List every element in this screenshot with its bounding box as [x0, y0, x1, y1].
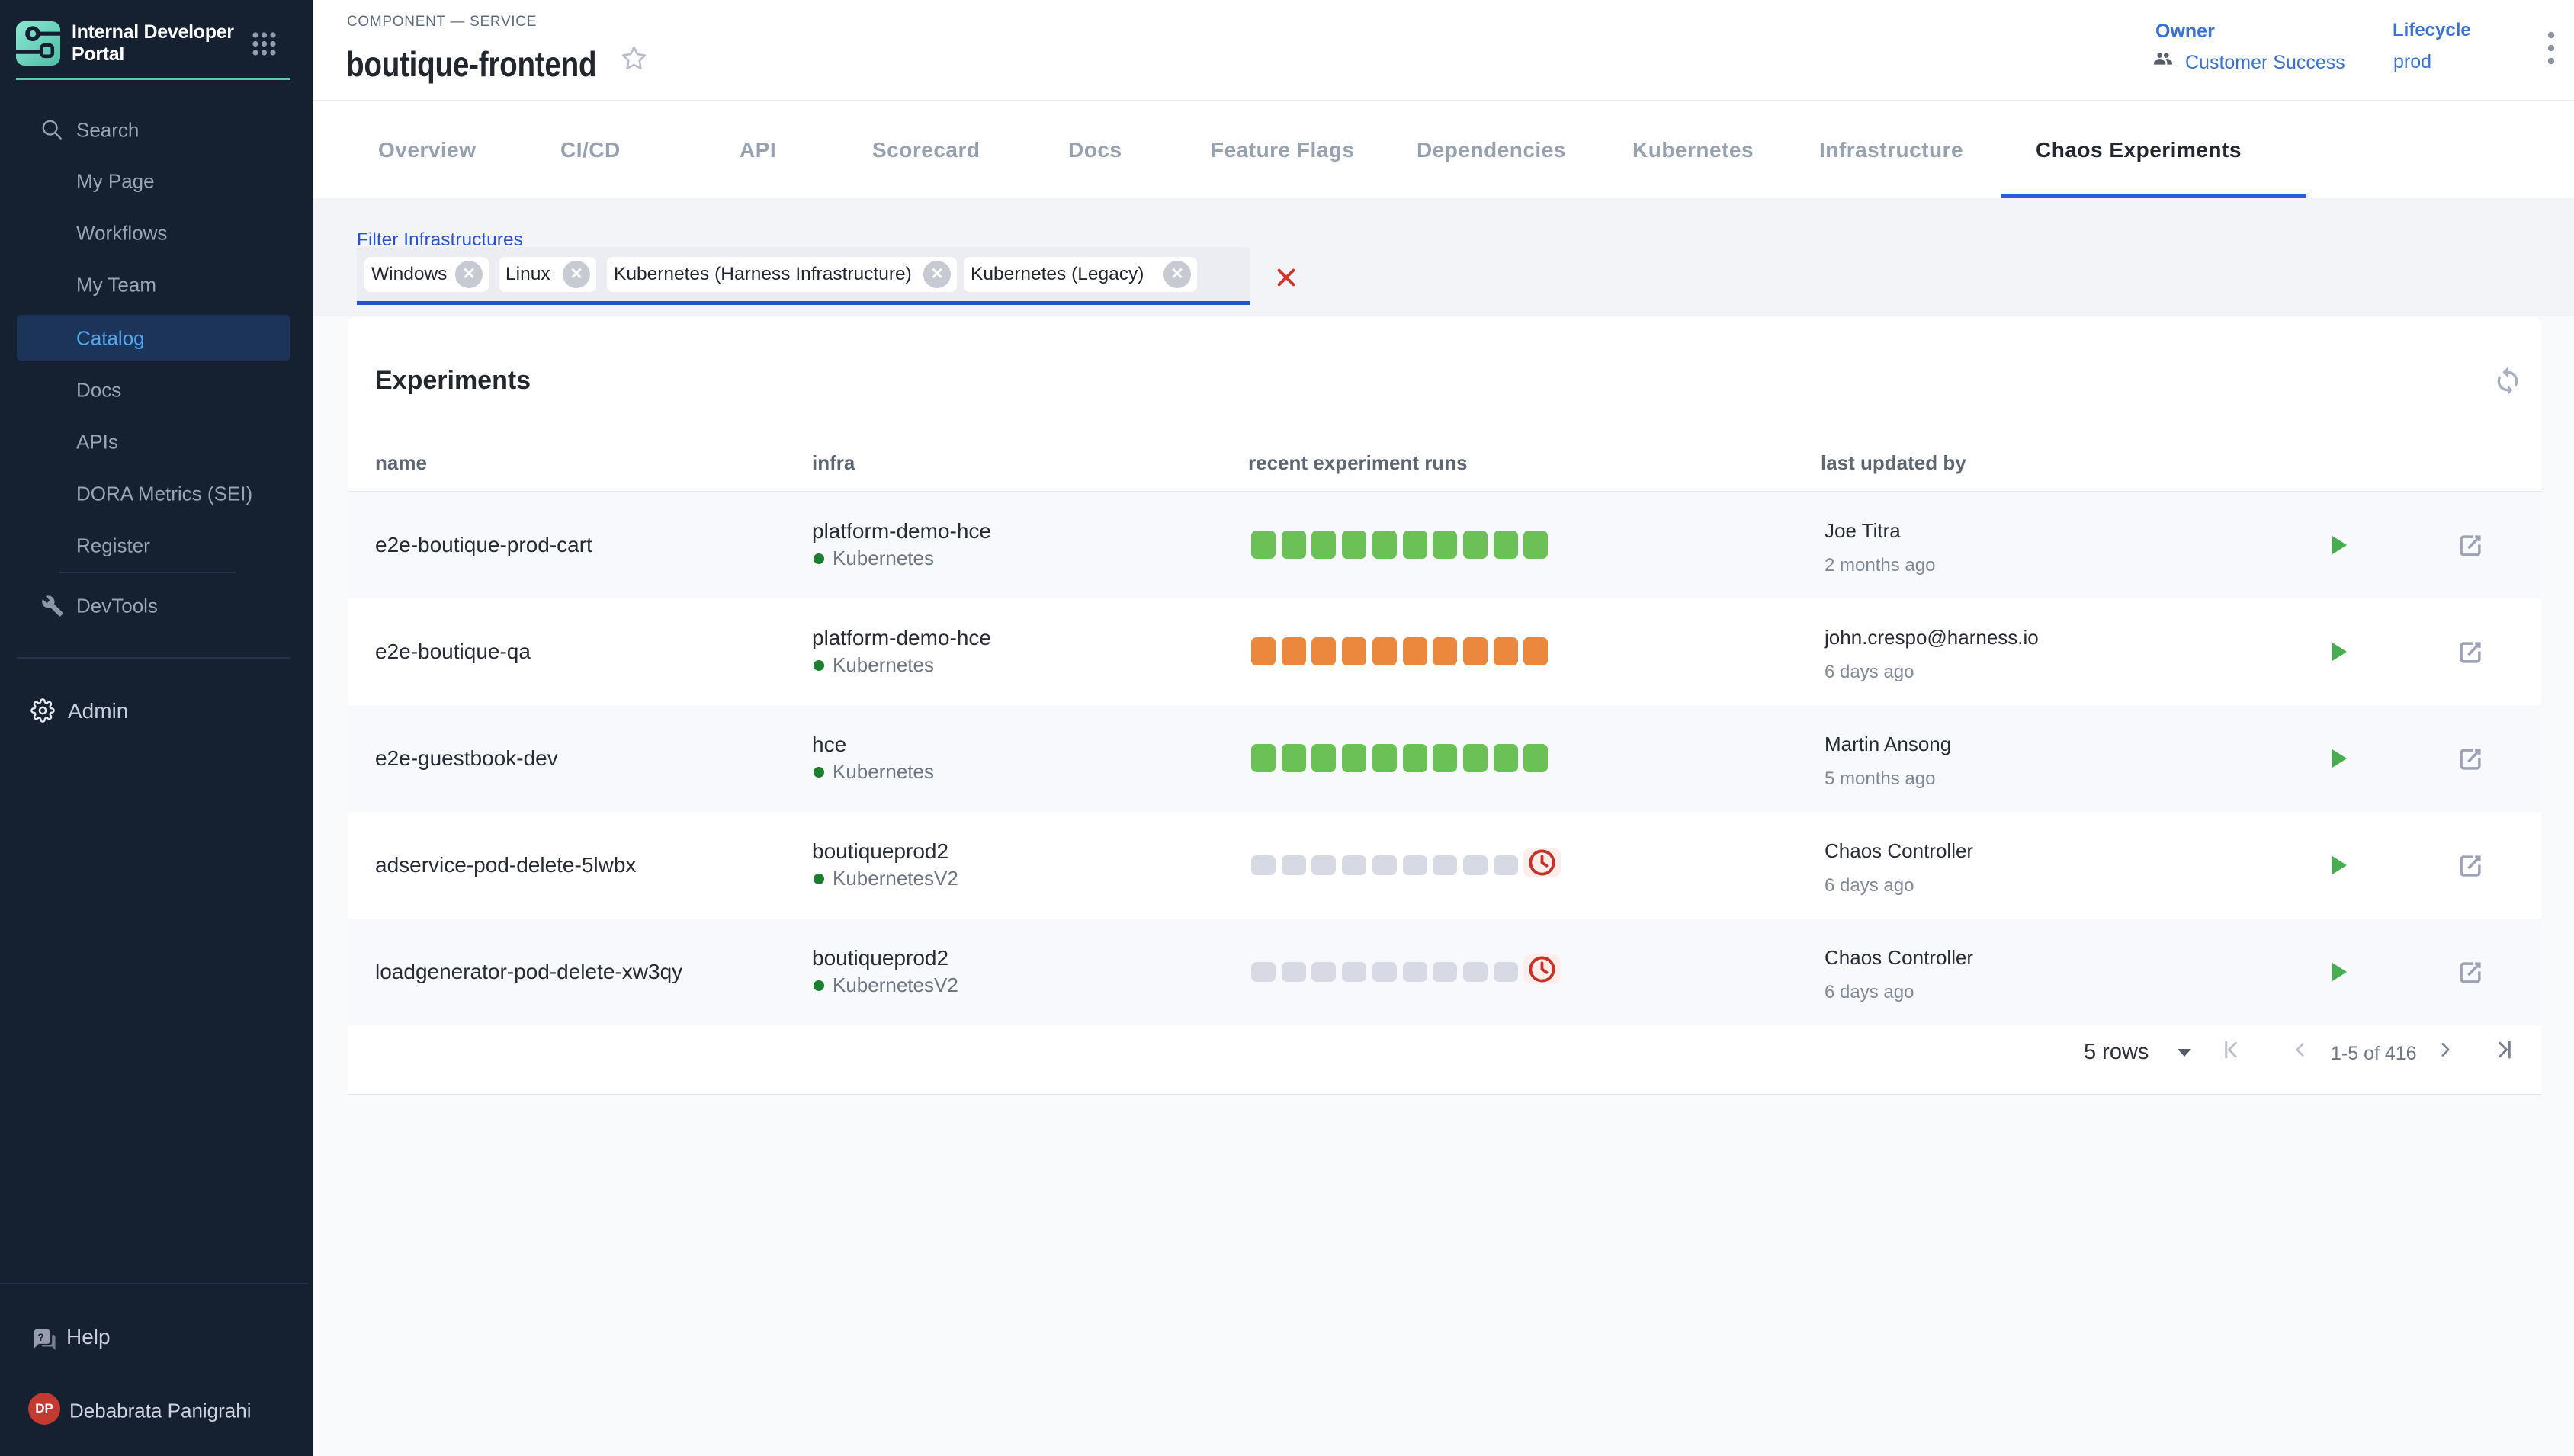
- svg-text:?: ?: [37, 1331, 43, 1343]
